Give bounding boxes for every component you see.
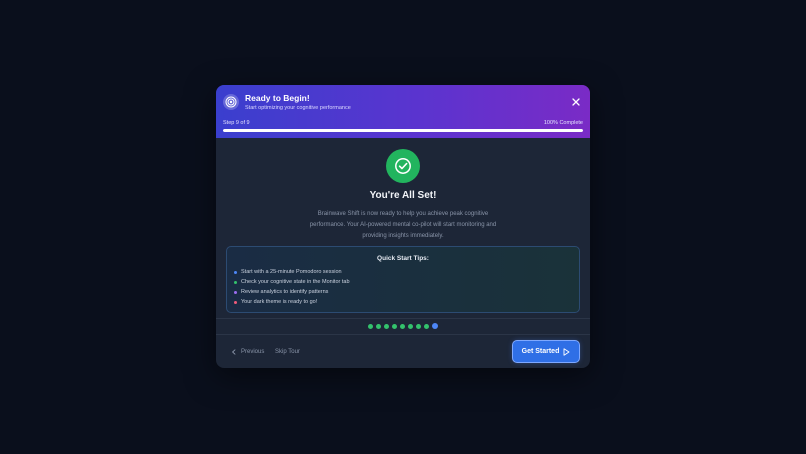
modal-title: Ready to Begin! <box>245 93 310 103</box>
target-icon <box>223 94 239 110</box>
step-dot <box>376 323 381 329</box>
close-icon <box>572 98 580 106</box>
bullet-icon <box>234 290 237 294</box>
step-dot <box>416 323 421 329</box>
step-dot <box>392 323 397 329</box>
get-started-button[interactable]: Get Started <box>513 341 579 362</box>
chevron-left-icon <box>232 349 236 355</box>
tip-item: Start with a 25-minute Pomodoro session <box>234 268 342 276</box>
tip-text: Start with a 25-minute Pomodoro session <box>241 269 342 275</box>
bullet-icon <box>234 300 237 304</box>
bullet-icon <box>234 280 237 284</box>
step-dot <box>408 323 413 329</box>
tip-text: Check your cognitive state in the Monito… <box>241 279 350 285</box>
previous-button[interactable]: Previous <box>231 347 264 357</box>
progress-bar <box>223 129 583 132</box>
tips-title: Quick Start Tips: <box>377 255 429 262</box>
completion-percent: 100% Complete <box>543 120 583 126</box>
tip-text: Your dark theme is ready to go! <box>241 299 318 305</box>
completion-title: You're All Set! <box>369 190 437 201</box>
step-dot <box>368 323 373 329</box>
step-indicator <box>216 323 590 329</box>
tip-text: Review analytics to identify patterns <box>241 289 329 295</box>
progress-bar-fill <box>223 129 583 132</box>
step-dot <box>384 323 389 329</box>
step-dot <box>400 323 405 329</box>
quick-start-tips: Quick Start Tips: Start with a 25-minute… <box>226 246 580 313</box>
previous-label: Previous <box>241 349 265 355</box>
skip-tour-button[interactable]: Skip Tour <box>275 347 300 357</box>
tip-item: Check your cognitive state in the Monito… <box>234 278 350 286</box>
play-icon <box>563 347 570 356</box>
modal-header: Ready to Begin! Start optimizing your co… <box>216 85 590 138</box>
close-button[interactable] <box>570 96 582 108</box>
step-dot <box>424 323 429 329</box>
get-started-label: Get Started <box>521 348 560 355</box>
modal-subtitle: Start optimizing your cognitive performa… <box>245 105 351 111</box>
check-circle-icon <box>386 149 420 183</box>
step-counter: Step 9 of 9 <box>223 120 250 126</box>
completion-description: Brainwave Shift is now ready to help you… <box>309 211 497 239</box>
divider <box>216 318 590 319</box>
onboarding-modal: Ready to Begin! Start optimizing your co… <box>216 85 590 368</box>
tip-item: Review analytics to identify patterns <box>234 288 328 296</box>
step-dot-current <box>432 323 438 329</box>
bullet-icon <box>234 270 237 274</box>
tip-item: Your dark theme is ready to go! <box>234 298 317 306</box>
divider <box>216 334 590 335</box>
